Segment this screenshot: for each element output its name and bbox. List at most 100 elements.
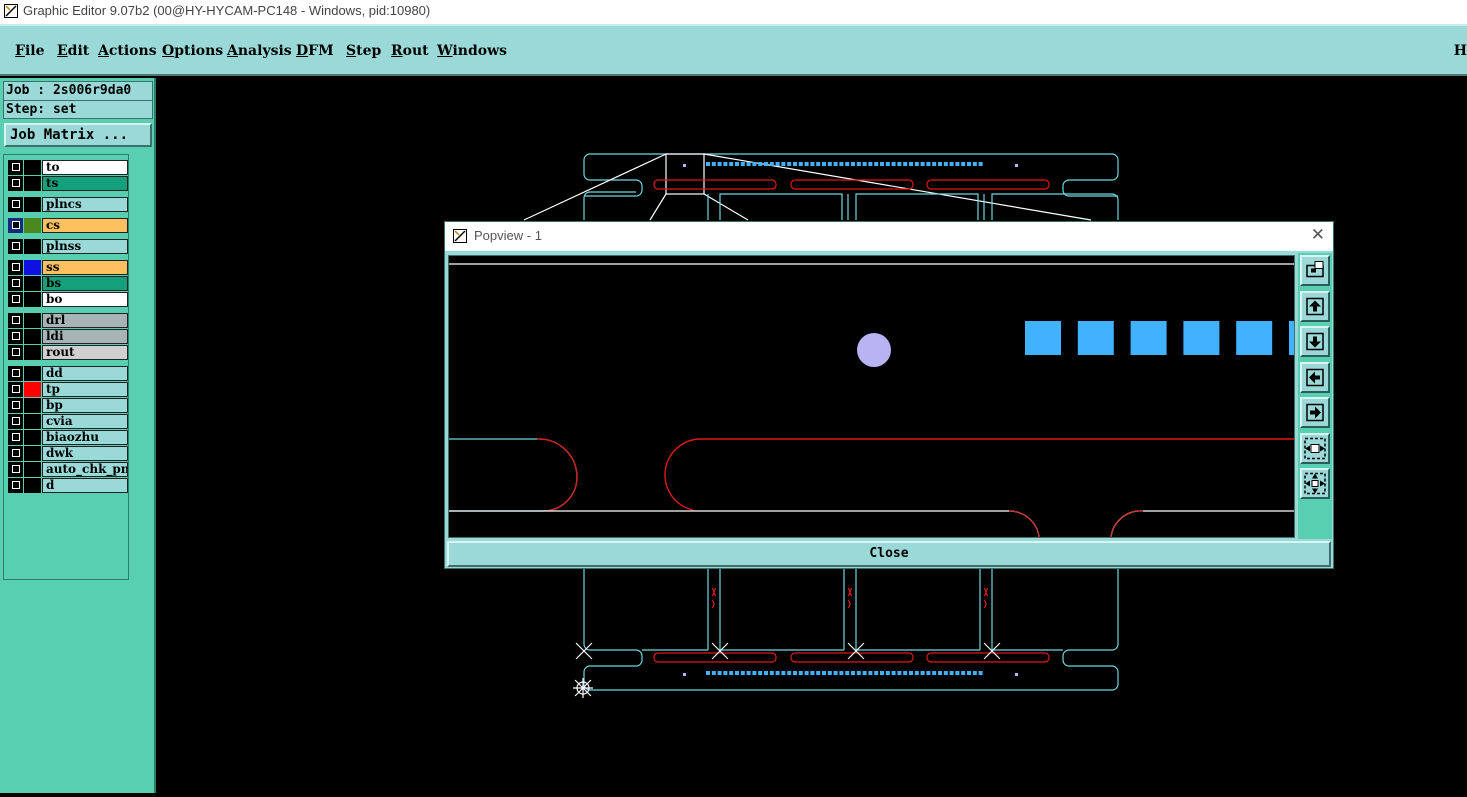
layer-row-auto_chk_pnl[interactable]: auto_chk_pnl xyxy=(8,462,128,477)
menu-options[interactable]: Options xyxy=(162,43,223,59)
layer-row-to[interactable]: to xyxy=(8,160,128,175)
popview-titlebar[interactable]: Popview - 1 ✕ xyxy=(445,222,1333,251)
layer-row-dwk[interactable]: dwk xyxy=(8,446,128,461)
layer-name[interactable]: ss xyxy=(42,260,128,275)
menu-step[interactable]: Step xyxy=(346,43,381,59)
layer-name[interactable]: bp xyxy=(42,398,128,413)
layer-row-bp[interactable]: bp xyxy=(8,398,128,413)
layer-checkbox[interactable] xyxy=(8,160,23,175)
close-icon[interactable]: ✕ xyxy=(1311,225,1325,245)
layer-row-drl[interactable]: drl xyxy=(8,313,128,328)
layer-color-swatch[interactable] xyxy=(24,160,41,175)
menu-dfm[interactable]: DFM xyxy=(296,43,334,59)
close-button[interactable]: Close xyxy=(447,541,1331,567)
layer-color-swatch[interactable] xyxy=(24,414,41,429)
layer-name[interactable]: bs xyxy=(42,276,128,291)
menu-file[interactable]: File xyxy=(15,43,45,59)
layer-checkbox[interactable] xyxy=(8,329,23,344)
pan-right-button[interactable] xyxy=(1300,397,1330,428)
menu-actions[interactable]: Actions xyxy=(98,43,157,59)
layer-checkbox[interactable] xyxy=(8,292,23,307)
layer-color-swatch[interactable] xyxy=(24,382,41,397)
layer-checkbox[interactable] xyxy=(8,414,23,429)
layer-name[interactable]: cs xyxy=(42,218,128,233)
layer-row-plnss[interactable]: plnss xyxy=(8,239,128,254)
layer-row-bo[interactable]: bo xyxy=(8,292,128,307)
layer-color-swatch[interactable] xyxy=(24,462,41,477)
layer-name[interactable]: cvia xyxy=(42,414,128,429)
layer-color-swatch[interactable] xyxy=(24,218,41,233)
layer-color-swatch[interactable] xyxy=(24,276,41,291)
layer-row-rout[interactable]: rout xyxy=(8,345,128,360)
pan-left-button[interactable] xyxy=(1300,361,1330,393)
menu-item-help-partial[interactable]: H xyxy=(1454,43,1467,59)
layer-row-ts[interactable]: ts xyxy=(8,176,128,191)
layer-name[interactable]: bo xyxy=(42,292,128,307)
layer-checkbox[interactable] xyxy=(8,366,23,381)
zoom-out-button[interactable] xyxy=(1300,468,1330,499)
pan-up-button[interactable] xyxy=(1300,290,1330,322)
layer-checkbox[interactable] xyxy=(8,197,23,212)
layer-checkbox[interactable] xyxy=(8,276,23,291)
layer-checkbox[interactable] xyxy=(8,478,23,493)
layer-name[interactable]: rout xyxy=(42,345,128,360)
pad xyxy=(729,671,734,675)
layer-color-swatch[interactable] xyxy=(24,176,41,191)
layer-name[interactable]: d xyxy=(42,478,128,493)
pan-down-button[interactable] xyxy=(1300,326,1330,357)
layer-row-ldi[interactable]: ldi xyxy=(8,329,128,344)
layer-name[interactable]: tp xyxy=(42,382,128,397)
layer-color-swatch[interactable] xyxy=(24,292,41,307)
layer-row-bs[interactable]: bs xyxy=(8,276,128,291)
menu-analysis[interactable]: Analysis xyxy=(227,43,292,59)
layer-checkbox[interactable] xyxy=(8,218,23,233)
layer-row-dd[interactable]: dd xyxy=(8,366,128,381)
window-titlebar[interactable]: Graphic Editor 9.07b2 (00@HY-HYCAM-PC148… xyxy=(0,0,1467,25)
layer-checkbox[interactable] xyxy=(8,446,23,461)
layer-color-swatch[interactable] xyxy=(24,329,41,344)
layer-row-cvia[interactable]: cvia xyxy=(8,414,128,429)
layer-color-swatch[interactable] xyxy=(24,446,41,461)
layer-name[interactable]: auto_chk_pnl xyxy=(42,462,128,477)
layer-name[interactable]: biaozhu xyxy=(42,430,128,445)
layer-name[interactable]: drl xyxy=(42,313,128,328)
layer-name[interactable]: dd xyxy=(42,366,128,381)
menu-windows[interactable]: Windows xyxy=(437,43,507,59)
layer-checkbox[interactable] xyxy=(8,313,23,328)
layer-checkbox[interactable] xyxy=(8,462,23,477)
layer-checkbox[interactable] xyxy=(8,176,23,191)
layer-row-plncs[interactable]: plncs xyxy=(8,197,128,212)
layer-color-swatch[interactable] xyxy=(24,197,41,212)
layer-color-swatch[interactable] xyxy=(24,366,41,381)
layer-name[interactable]: plnss xyxy=(42,239,128,254)
layer-color-swatch[interactable] xyxy=(24,430,41,445)
layer-checkbox[interactable] xyxy=(8,430,23,445)
layer-name[interactable]: to xyxy=(42,160,128,175)
layer-color-swatch[interactable] xyxy=(24,478,41,493)
layer-row-tp[interactable]: tp xyxy=(8,382,128,397)
zoom-in-button[interactable] xyxy=(1300,432,1330,464)
layer-checkbox[interactable] xyxy=(8,382,23,397)
layer-row-ss[interactable]: ss xyxy=(8,260,128,275)
layer-checkbox[interactable] xyxy=(8,239,23,254)
menu-edit[interactable]: Edit xyxy=(57,43,89,59)
layer-color-swatch[interactable] xyxy=(24,239,41,254)
menu-rout[interactable]: Rout xyxy=(391,43,429,59)
layer-color-swatch[interactable] xyxy=(24,313,41,328)
layer-color-swatch[interactable] xyxy=(24,260,41,275)
layer-name[interactable]: ldi xyxy=(42,329,128,344)
popview-canvas[interactable] xyxy=(448,255,1295,538)
layer-name[interactable]: plncs xyxy=(42,197,128,212)
job-matrix-button[interactable]: Job Matrix ... xyxy=(4,123,152,147)
layer-row-biaozhu[interactable]: biaozhu xyxy=(8,430,128,445)
layer-name[interactable]: ts xyxy=(42,176,128,191)
layer-checkbox[interactable] xyxy=(8,398,23,413)
layer-checkbox[interactable] xyxy=(8,260,23,275)
layer-color-swatch[interactable] xyxy=(24,345,41,360)
layer-row-cs[interactable]: cs xyxy=(8,218,128,233)
zoom-home-button[interactable] xyxy=(1300,255,1330,286)
layer-checkbox[interactable] xyxy=(8,345,23,360)
layer-name[interactable]: dwk xyxy=(42,446,128,461)
layer-color-swatch[interactable] xyxy=(24,398,41,413)
layer-row-d[interactable]: d xyxy=(8,478,128,493)
